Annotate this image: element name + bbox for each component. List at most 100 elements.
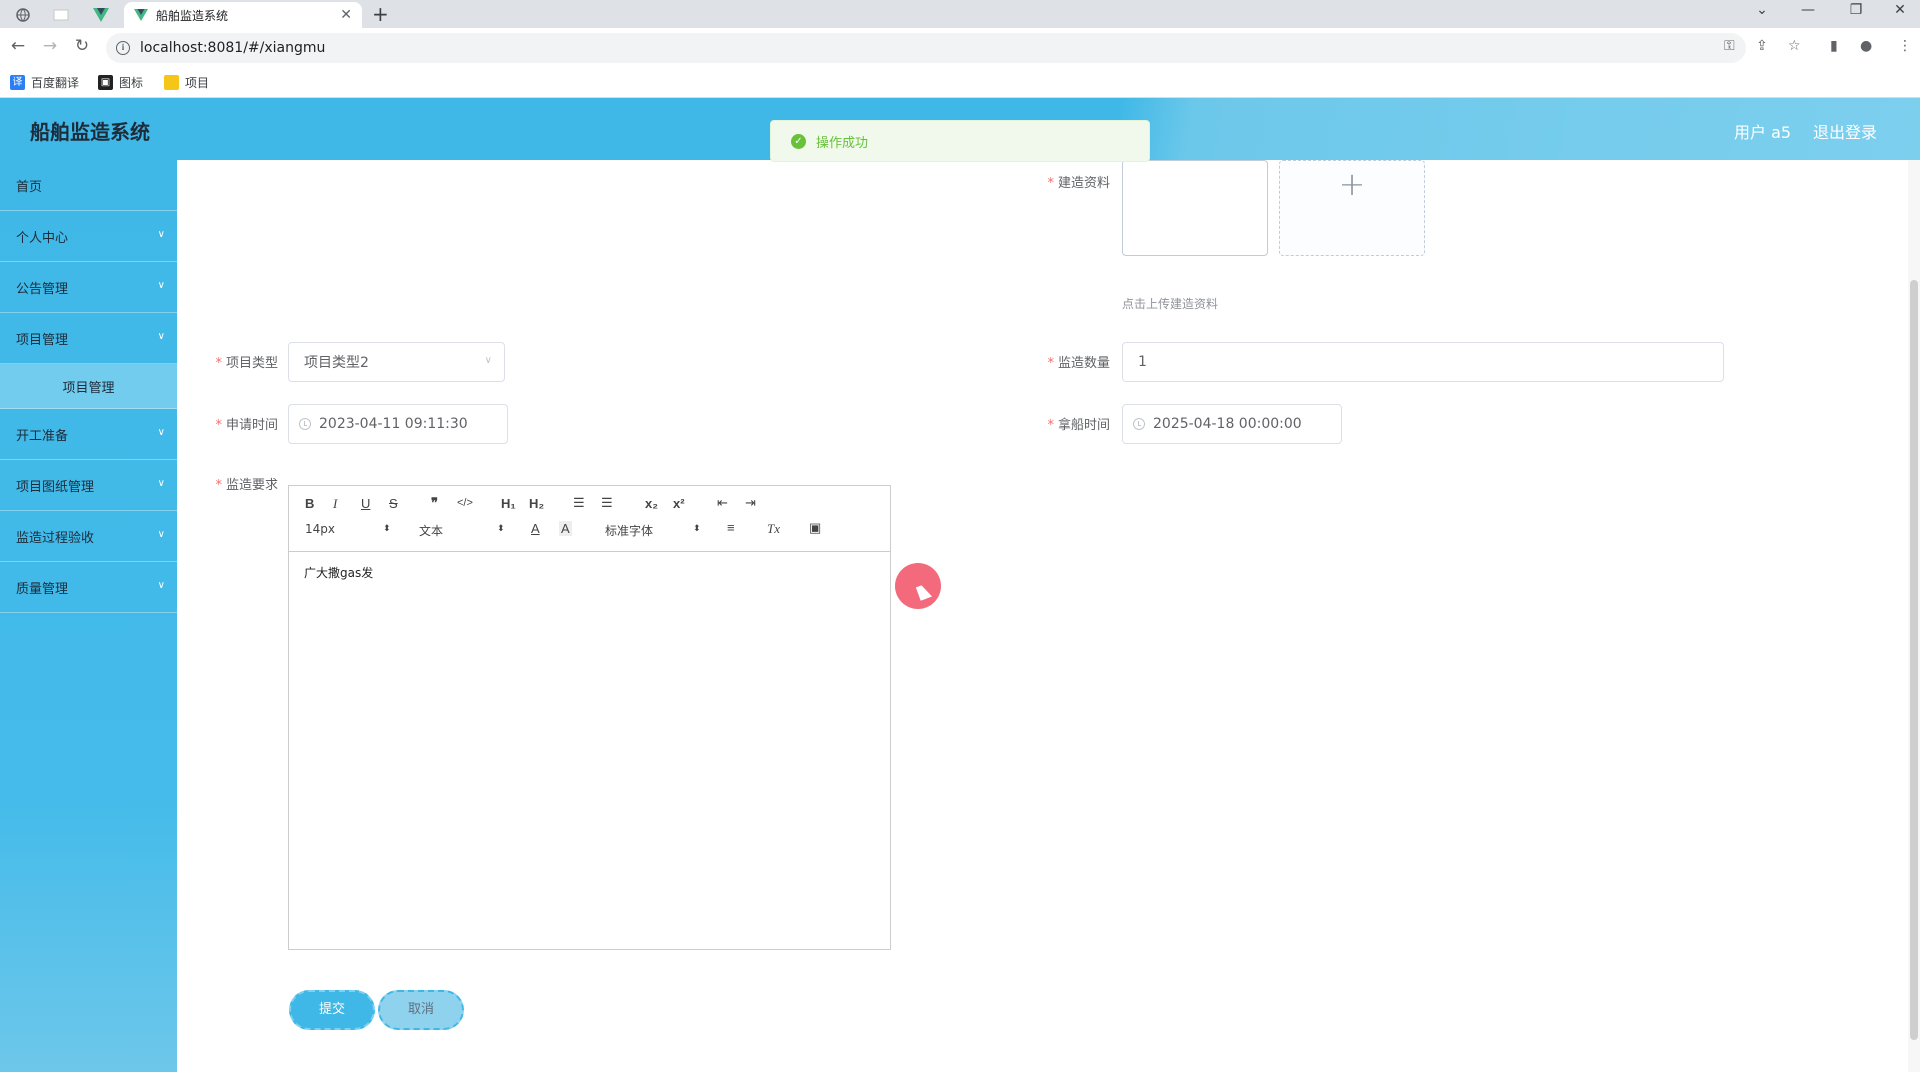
quantity-input[interactable]: 1 [1122, 342, 1724, 382]
underline-button[interactable]: U [361, 496, 370, 511]
chevron-down-icon: ∨ [157, 427, 165, 438]
apply-time-picker[interactable]: 2023-04-11 09:11:30 [288, 404, 508, 444]
site-info-icon[interactable]: i [116, 41, 130, 55]
folder-icon [164, 75, 179, 90]
strike-button[interactable]: S [389, 496, 398, 511]
close-tab-icon[interactable]: ✕ [340, 7, 352, 23]
bullet-list-button[interactable]: ☰ [601, 495, 613, 511]
align-button[interactable]: ≡ [727, 520, 735, 535]
editor-toolbar: B I U S ❞ </> H₁ H₂ ☰ ☰ x₂ x² ⇤ ⇥ 14px ⬍… [289, 486, 890, 552]
updown-icon: ⬍ [497, 524, 505, 534]
new-tab-button[interactable]: + [372, 2, 389, 26]
vertical-scrollbar[interactable] [1908, 160, 1920, 1072]
scrollbar-thumb[interactable] [1910, 280, 1918, 1040]
chevron-down-icon: ∨ [157, 580, 165, 591]
h1-button[interactable]: H₁ [501, 496, 516, 511]
clock-icon [299, 418, 311, 430]
quantity-label: * 监造数量 [1047, 356, 1110, 371]
sidebar-item-personal[interactable]: 个人中心 ∨ [0, 211, 177, 262]
text-color-button[interactable]: A [531, 521, 540, 536]
sidebar-item-acceptance[interactable]: 监造过程验收 ∨ [0, 511, 177, 562]
vue-logo-icon [134, 9, 148, 21]
globe-icon[interactable] [8, 4, 38, 26]
close-window-button[interactable]: ✕ [1880, 2, 1920, 18]
blank-tab-icon[interactable] [46, 4, 76, 26]
clock-icon [1133, 418, 1145, 430]
tab-search-icon[interactable]: ⌄ [1742, 2, 1782, 18]
sidebar-item-drawings[interactable]: 项目图纸管理 ∨ [0, 460, 177, 511]
chevron-down-icon: ∨ [484, 355, 492, 366]
background-color-button[interactable]: A [559, 521, 572, 536]
ordered-list-button[interactable]: ☰ [573, 495, 585, 511]
sidebar-item-notice[interactable]: 公告管理 ∨ [0, 262, 177, 313]
uploaded-file-preview[interactable] [1122, 160, 1268, 256]
italic-button[interactable]: I [333, 496, 337, 512]
cancel-button[interactable]: 取消 [378, 990, 464, 1030]
image-icon: ▣ [98, 75, 113, 90]
sidebar-item-preparation[interactable]: 开工准备 ∨ [0, 409, 177, 460]
sidebar-subitem-project-manage[interactable]: 项目管理 [0, 364, 177, 409]
sidebar-item-project[interactable]: 项目管理 ∨ [0, 313, 177, 364]
menu-dots-icon[interactable]: ⋮ [1898, 38, 1912, 54]
profile-icon[interactable]: ● [1860, 38, 1872, 54]
h2-button[interactable]: H₂ [529, 496, 544, 511]
font-size-picker[interactable]: 14px ⬍ [305, 522, 391, 536]
code-button[interactable]: </> [457, 497, 473, 509]
header-picker[interactable]: 文本 ⬍ [419, 522, 505, 539]
chevron-down-icon: ∨ [157, 478, 165, 489]
sidebar-item-quality[interactable]: 质量管理 ∨ [0, 562, 177, 613]
blockquote-button[interactable]: ❞ [431, 495, 438, 511]
rich-text-editor: B I U S ❞ </> H₁ H₂ ☰ ☰ x₂ x² ⇤ ⇥ 14px ⬍… [288, 485, 891, 950]
ship-time-picker[interactable]: 2025-04-18 00:00:00 [1122, 404, 1342, 444]
active-tab[interactable]: 船舶监造系统 ✕ [124, 2, 362, 28]
updown-icon: ⬍ [693, 524, 701, 534]
chevron-up-icon: ∨ [157, 331, 165, 342]
bookmark-icons[interactable]: ▣ 图标 [98, 74, 143, 91]
apply-time-label: * 申请时间 [215, 418, 278, 433]
font-family-picker[interactable]: 标准字体 ⬍ [605, 522, 701, 539]
bookmark-project-folder[interactable]: 项目 [164, 74, 209, 91]
url-field[interactable]: i localhost:8081/#/xiangmu [106, 33, 1746, 63]
chevron-down-icon: ∨ [157, 229, 165, 240]
minimize-button[interactable]: — [1788, 2, 1828, 18]
reload-icon[interactable]: ↻ [70, 36, 94, 56]
chevron-down-icon: ∨ [157, 529, 165, 540]
vue-tab-icon[interactable] [86, 4, 116, 26]
insert-image-button[interactable]: ▣ [809, 520, 821, 536]
back-icon[interactable]: ← [6, 36, 30, 56]
check-circle-icon: ✓ [791, 133, 806, 149]
chevron-down-icon: ∨ [157, 280, 165, 291]
forward-icon[interactable]: → [38, 36, 62, 56]
submit-button[interactable]: 提交 [289, 990, 375, 1030]
star-icon[interactable]: ☆ [1788, 38, 1801, 54]
subscript-button[interactable]: x₂ [645, 496, 658, 511]
bookmark-baidu-translate[interactable]: 译 百度翻译 [10, 74, 79, 91]
editor-content[interactable]: 广大撒gas发 [289, 552, 890, 593]
address-bar-row: ← → ↻ i localhost:8081/#/xiangmu ⚿ ⇪ ☆ ▮… [0, 28, 1920, 68]
upload-label: * 建造资料 [1047, 176, 1110, 191]
bold-button[interactable]: B [305, 496, 314, 511]
superscript-button[interactable]: x² [673, 496, 685, 511]
requirements-label: * 监造要求 [215, 478, 278, 493]
share-icon[interactable]: ⇪ [1756, 38, 1768, 54]
project-type-select[interactable]: 项目类型2 ∨ [288, 342, 505, 382]
project-type-label: * 项目类型 [215, 356, 278, 371]
clean-format-button[interactable]: Tx [767, 521, 780, 537]
success-toast: ✓ 操作成功 [770, 120, 1150, 162]
upload-add-button[interactable]: + [1279, 160, 1425, 256]
sidebar-item-home[interactable]: 首页 [0, 160, 177, 211]
logout-link[interactable]: 退出登录 [1813, 119, 1877, 143]
url-text: localhost:8081/#/xiangmu [140, 40, 326, 56]
tab-title: 船舶监造系统 [156, 8, 229, 23]
restore-button[interactable]: ❐ [1836, 2, 1876, 18]
sidebar: 首页 个人中心 ∨ 公告管理 ∨ 项目管理 ∨ 项目管理 开工准备 ∨ 项目图纸… [0, 160, 177, 1072]
ship-time-label: * 拿船时间 [1047, 418, 1110, 433]
side-panel-icon[interactable]: ▮ [1830, 38, 1838, 54]
key-icon[interactable]: ⚿ [1724, 38, 1735, 54]
browser-tab-bar: 船舶监造系统 ✕ + ⌄ — ❐ ✕ [0, 0, 1920, 28]
updown-icon: ⬍ [383, 524, 391, 534]
user-name: 用户 a5 [1734, 123, 1792, 142]
outdent-button[interactable]: ⇤ [717, 495, 728, 511]
app-title: 船舶监造系统 [30, 120, 150, 144]
indent-button[interactable]: ⇥ [745, 495, 756, 511]
